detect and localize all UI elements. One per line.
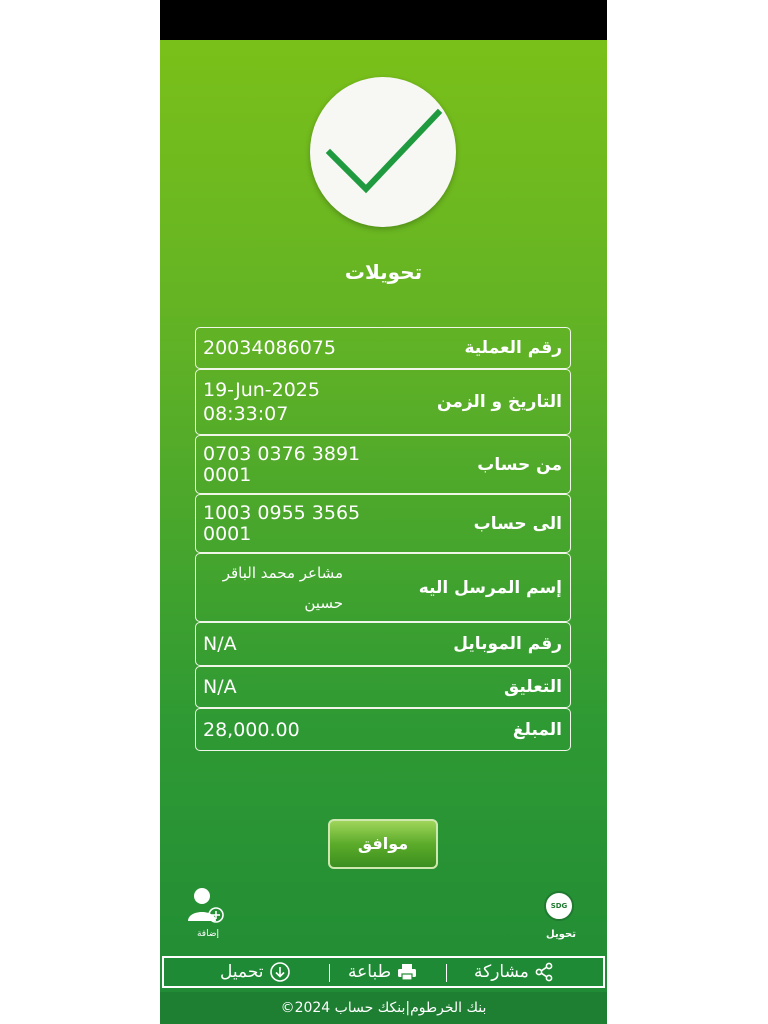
field-label: رقم الموبايل xyxy=(453,634,562,654)
sdg-transfer-button[interactable]: SDG تحويل xyxy=(538,889,584,949)
download-label: تحميل xyxy=(220,962,264,982)
download-icon xyxy=(270,962,290,982)
share-icon xyxy=(535,962,553,982)
detail-row-transaction-number: رقم العملية 20034086075 xyxy=(195,327,571,369)
field-label: الى حساب xyxy=(473,513,562,534)
field-label: رقم العملية xyxy=(464,338,562,358)
field-value: 0703 0376 3891 0001 xyxy=(203,442,361,486)
share-label: مشاركة xyxy=(474,962,529,982)
field-value: 1003 0955 3565 0001 xyxy=(203,501,361,545)
detail-row-recipient-name: إسم المرسل اليه مشاعر محمد الباقر حسين xyxy=(195,553,571,622)
detail-row-to-account: الى حساب 1003 0955 3565 0001 xyxy=(195,494,571,553)
page-title: تحويلات xyxy=(344,260,423,284)
phone-screen: تحويلات رقم العملية 20034086075 التاريخ … xyxy=(160,0,607,1024)
print-icon xyxy=(397,964,416,981)
field-label: إسم المرسل اليه xyxy=(418,577,562,598)
field-value: N/A xyxy=(203,676,237,698)
print-label: طباعة xyxy=(348,962,392,982)
field-value: 20034086075 xyxy=(203,337,336,359)
print-button[interactable]: طباعة xyxy=(348,958,417,986)
field-label: المبلغ xyxy=(512,719,562,740)
action-bar: مشاركة طباعة تحميل xyxy=(162,956,605,988)
sdg-currency-icon: SDG xyxy=(544,891,574,921)
status-bar xyxy=(160,0,607,40)
success-badge xyxy=(310,77,456,227)
field-label: التاريخ و الزمن xyxy=(437,392,562,412)
detail-row-date-time: التاريخ و الزمن 19-Jun-2025 08:33:07 xyxy=(195,369,571,435)
field-label: التعليق xyxy=(504,677,562,697)
ok-button[interactable]: موافق xyxy=(328,819,438,869)
add-user-button[interactable]: إضافة xyxy=(184,885,232,945)
action-divider xyxy=(329,964,330,982)
detail-row-amount: المبلغ 28,000.00 xyxy=(195,708,571,751)
sdg-caption: تحويل xyxy=(546,929,576,940)
detail-row-mobile-number: رقم الموبايل N/A xyxy=(195,622,571,666)
add-user-caption: إضافة xyxy=(196,929,219,939)
detail-row-comment: التعليق N/A xyxy=(195,666,571,708)
footer-copyright: ©2024 بنك الخرطوم|بنكك حساب xyxy=(160,992,607,1024)
field-value: 19-Jun-2025 08:33:07 xyxy=(203,379,320,425)
detail-row-from-account: من حساب 0703 0376 3891 0001 xyxy=(195,435,571,494)
share-button[interactable]: مشاركة xyxy=(474,958,554,986)
download-button[interactable]: تحميل xyxy=(220,958,291,986)
action-divider xyxy=(446,964,447,982)
field-label: من حساب xyxy=(477,454,562,475)
field-value: 28,000.00 xyxy=(203,718,300,741)
check-icon xyxy=(325,108,443,194)
field-value: مشاعر محمد الباقر حسين xyxy=(222,563,343,612)
field-value: N/A xyxy=(203,633,237,655)
add-user-icon xyxy=(188,888,224,923)
